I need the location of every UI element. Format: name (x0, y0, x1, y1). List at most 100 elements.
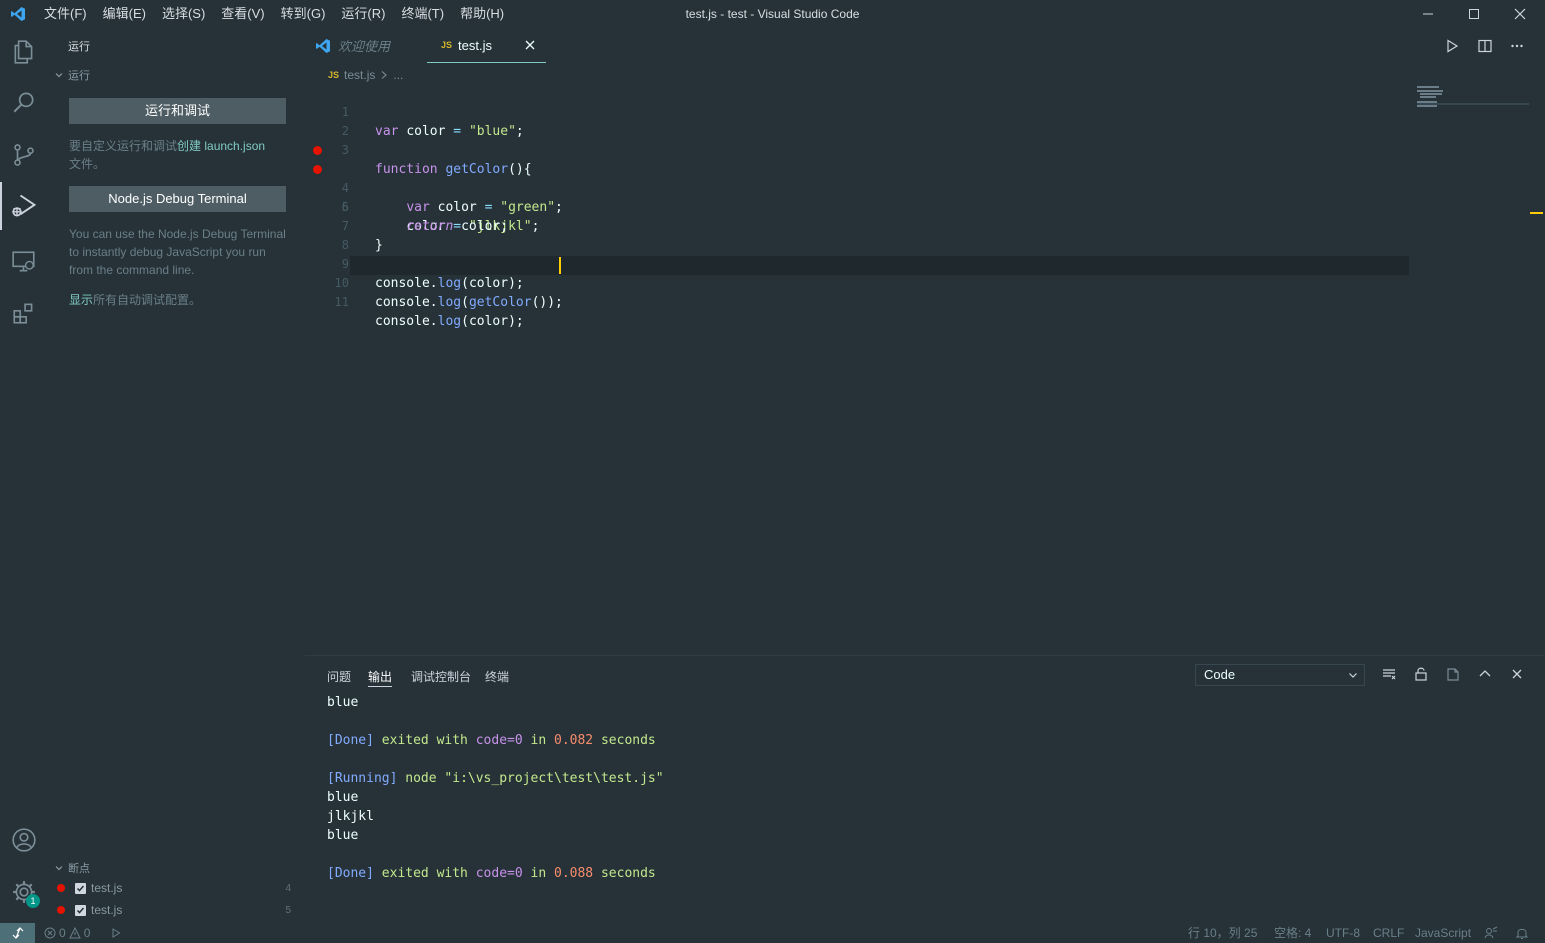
run-code-button[interactable] (1442, 37, 1462, 55)
maximize-panel-button[interactable] (1475, 664, 1495, 684)
indentation-status[interactable]: 空格: 4 (1274, 923, 1311, 943)
notifications-button[interactable] (1515, 923, 1529, 943)
menu-terminal[interactable]: 终端(T) (393, 0, 452, 28)
tab-debug-console[interactable]: 调试控制台 (411, 668, 471, 685)
code-editor[interactable]: 1 var color = "blue"; 2 3 function getCo… (305, 84, 1410, 654)
breakpoint-item[interactable]: test.js 4 (48, 877, 305, 899)
clear-output-button[interactable] (1379, 664, 1399, 684)
encoding-status[interactable]: UTF-8 (1326, 923, 1360, 943)
explorer-button[interactable] (0, 28, 48, 76)
tab-test-js-label: test.js (458, 37, 492, 53)
breadcrumb-more[interactable]: ... (393, 68, 403, 82)
breakpoint-item[interactable]: test.js 5 (48, 899, 305, 921)
minimap[interactable] (1414, 84, 1534, 114)
title-bar: 文件(F) 编辑(E) 选择(S) 查看(V) 转到(G) 运行(R) 终端(T… (0, 0, 1545, 28)
output-line: [Done] exited with code=0 in 0.082 secon… (327, 733, 656, 748)
breadcrumb-file[interactable]: test.js (344, 68, 375, 82)
more-actions-button[interactable] (1507, 37, 1527, 55)
tab-test-js[interactable]: JS test.js (427, 28, 546, 63)
run-section-header[interactable]: 运行 (54, 67, 90, 83)
close-tab-icon[interactable] (524, 39, 536, 51)
close-panel-button[interactable] (1507, 664, 1527, 684)
code-text: console.log(getColor()); (375, 295, 563, 310)
minimap-line (1420, 93, 1442, 95)
split-editor-icon (1478, 39, 1492, 53)
open-log-button[interactable] (1443, 664, 1463, 684)
minimize-button[interactable] (1405, 0, 1451, 28)
open-file-icon (1447, 668, 1459, 681)
code-line: 8 (305, 217, 1410, 252)
start-debugging-status-button[interactable] (111, 923, 121, 943)
code-line: 7 } (305, 198, 1410, 253)
run-section-label: 运行 (68, 70, 90, 82)
menu-selection[interactable]: 选择(S) (154, 0, 213, 28)
eol-status[interactable]: CRLF (1373, 923, 1404, 943)
feedback-button[interactable] (1484, 923, 1498, 943)
breakpoint-checkbox[interactable] (75, 904, 86, 916)
minimap-line (1417, 86, 1439, 88)
close-window-button[interactable] (1497, 0, 1543, 28)
tab-problems[interactable]: 问题 (327, 668, 351, 685)
js-file-icon: JS (441, 40, 453, 50)
split-editor-button[interactable] (1475, 37, 1495, 55)
overview-ruler-cursor-mark (1530, 212, 1543, 214)
tab-output[interactable]: 输出 (368, 668, 392, 685)
code-text: console.log(color); (375, 314, 524, 329)
run-and-debug-button[interactable]: 运行和调试 (69, 98, 286, 124)
text-cursor (559, 257, 561, 274)
status-bar: 0 0 行 10，列 25 空格: 4 UTF-8 CRLF JavaScrip… (0, 923, 1545, 943)
close-icon (1514, 8, 1526, 20)
error-icon (44, 927, 56, 939)
nodejs-debug-terminal-button[interactable]: Node.js Debug Terminal (69, 186, 286, 212)
menu-file[interactable]: 文件(F) (36, 0, 95, 28)
breakpoints-section-header[interactable]: 断点 (54, 860, 90, 876)
run-sidebar: 运行 运行 运行和调试 要自定义运行和调试创建 launch.json 文件。 … (48, 28, 305, 923)
menu-run[interactable]: 运行(R) (333, 0, 393, 28)
extensions-button[interactable] (0, 289, 48, 337)
remote-indicator-button[interactable] (0, 923, 35, 943)
accounts-button[interactable] (0, 816, 48, 864)
maximize-button[interactable] (1451, 0, 1497, 28)
menu-edit[interactable]: 编辑(E) (95, 0, 154, 28)
cursor-position[interactable]: 行 10，列 25 (1188, 923, 1257, 943)
breakpoint-line: 5 (285, 904, 291, 916)
manage-settings-button[interactable]: 1 (0, 868, 48, 916)
breakpoint-marker-icon[interactable] (313, 165, 322, 174)
language-mode[interactable]: JavaScript (1415, 923, 1471, 943)
js-file-icon: JS (328, 70, 340, 80)
play-icon (112, 928, 121, 938)
source-control-button[interactable] (0, 131, 48, 179)
problems-status[interactable]: 0 0 (44, 923, 90, 943)
create-launch-json-link[interactable]: 创建 launch.json (177, 139, 265, 153)
show-suffix: 所有自动调试配置。 (93, 293, 202, 307)
tab-welcome[interactable]: 欢迎使用 (315, 28, 425, 63)
remote-explorer-button[interactable] (0, 238, 48, 286)
clear-all-icon (1383, 669, 1396, 680)
code-line: 4 var color = "green"; (305, 141, 1410, 215)
menu-go[interactable]: 转到(G) (273, 0, 334, 28)
show-link[interactable]: 显示 (69, 293, 93, 307)
remote-explorer-icon (12, 251, 35, 272)
code-line: 1 var color = "blue"; (305, 84, 1410, 139)
account-icon (12, 828, 36, 852)
lock-scroll-button[interactable] (1411, 664, 1431, 684)
customize-text: 要自定义运行和调试 (69, 139, 178, 153)
breakpoint-marker-icon[interactable] (313, 146, 322, 155)
run-debug-button[interactable] (0, 182, 48, 230)
menu-help[interactable]: 帮助(H) (452, 0, 512, 28)
tab-terminal[interactable]: 终端 (485, 668, 509, 685)
code-line: 9 console.log(color); (305, 236, 1410, 291)
breakpoint-file: test.js (91, 881, 123, 895)
search-button[interactable] (0, 78, 48, 126)
active-tab-underline (368, 686, 392, 687)
feedback-icon (1484, 926, 1498, 939)
minimap-line (1417, 90, 1443, 92)
output-line: blue (327, 695, 359, 710)
minimap-line (1420, 96, 1436, 98)
checkmark-icon (76, 885, 85, 892)
output-channel-select[interactable]: Code (1195, 664, 1365, 686)
code-line: 10 console.log(getColor()); (305, 255, 1410, 310)
breakpoint-checkbox[interactable] (75, 882, 86, 894)
chevron-right-icon (381, 71, 388, 79)
menu-view[interactable]: 查看(V) (213, 0, 272, 28)
